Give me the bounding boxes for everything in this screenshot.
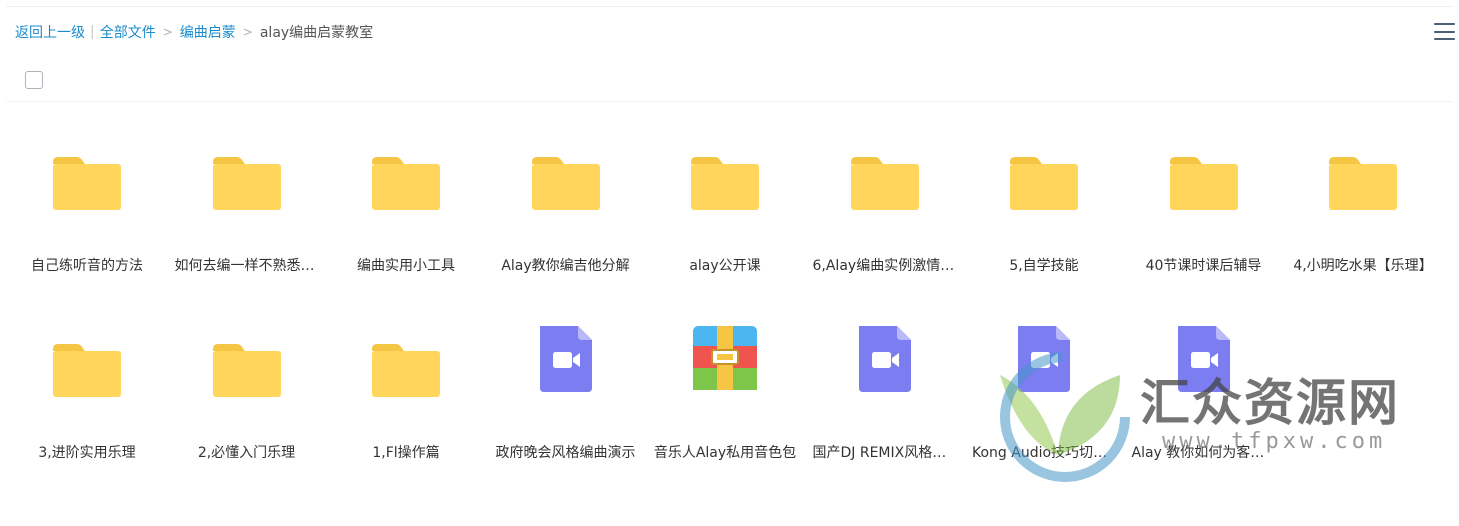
folder-icon bbox=[530, 148, 602, 220]
archive-icon bbox=[689, 322, 761, 394]
select-all-checkbox[interactable] bbox=[25, 71, 43, 89]
item-name: Alay 教你如何为客户编曲 bbox=[1131, 445, 1284, 461]
item-name: 音乐人Alay私用音色包 bbox=[653, 445, 797, 461]
item-name: 如何去编一样不熟悉的乐器 bbox=[174, 258, 327, 274]
folder-item[interactable]: 40节课时课后辅导 bbox=[1124, 103, 1284, 278]
item-name: 2,必懂入门乐理 bbox=[197, 445, 296, 461]
header-divider bbox=[6, 101, 1453, 102]
folder-item[interactable]: 6,Alay编曲实例激情演示 bbox=[805, 103, 965, 278]
item-name: Kong Audio技巧切换演示 bbox=[972, 445, 1124, 461]
item-name: alay公开课 bbox=[689, 258, 761, 274]
file-item[interactable]: 音乐人Alay私用音色包 bbox=[645, 290, 805, 465]
file-item[interactable]: Alay 教你如何为客户编曲 bbox=[1124, 290, 1284, 465]
folder-item[interactable]: 2,必懂入门乐理 bbox=[167, 290, 327, 465]
breadcrumb-separator: > bbox=[162, 25, 173, 39]
video-icon bbox=[849, 322, 921, 394]
breadcrumb-separator: > bbox=[242, 25, 253, 39]
item-name: 编曲实用小工具 bbox=[357, 258, 455, 274]
item-name: 政府晚会风格编曲演示 bbox=[495, 445, 636, 461]
folder-icon bbox=[370, 148, 442, 220]
breadcrumb-current: alay编曲启蒙教室 bbox=[259, 25, 374, 41]
breadcrumb-pipe: | bbox=[90, 24, 95, 40]
item-name: 3,进阶实用乐理 bbox=[38, 445, 136, 461]
folder-item[interactable]: 5,自学技能 bbox=[964, 103, 1124, 278]
breadcrumb: 返回上一级 | 全部文件 > 编曲启蒙 > alay编曲启蒙教室 bbox=[15, 22, 373, 42]
file-item[interactable]: Kong Audio技巧切换演示 bbox=[964, 290, 1124, 465]
folder-item[interactable]: 编曲实用小工具 bbox=[326, 103, 486, 278]
breadcrumb-parent[interactable]: 编曲启蒙 bbox=[180, 22, 236, 42]
item-name: 1,Fl操作篇 bbox=[372, 445, 440, 461]
hamburger-menu-icon[interactable] bbox=[1434, 22, 1455, 41]
video-icon bbox=[1168, 322, 1240, 394]
breadcrumb-all-files[interactable]: 全部文件 bbox=[100, 22, 156, 42]
item-name: 国产DJ REMIX风格编曲 bbox=[812, 445, 961, 461]
folder-icon bbox=[689, 148, 761, 220]
folder-item[interactable]: 1,Fl操作篇 bbox=[326, 290, 486, 465]
file-item[interactable]: 国产DJ REMIX风格编曲 bbox=[805, 290, 965, 465]
item-name: 6,Alay编曲实例激情演示 bbox=[812, 258, 965, 274]
back-link[interactable]: 返回上一级 bbox=[15, 22, 85, 42]
folder-icon bbox=[51, 335, 123, 407]
folder-icon bbox=[849, 148, 921, 220]
folder-item[interactable]: 自己练听音的方法 bbox=[7, 103, 167, 278]
top-border bbox=[6, 6, 1453, 7]
folder-item[interactable]: Alay教你编吉他分解 bbox=[486, 103, 646, 278]
folder-icon bbox=[211, 335, 283, 407]
folder-icon bbox=[370, 335, 442, 407]
folder-item[interactable]: 3,进阶实用乐理 bbox=[7, 290, 167, 465]
item-name: 40节课时课后辅导 bbox=[1145, 258, 1262, 274]
video-icon bbox=[530, 322, 602, 394]
folder-icon bbox=[211, 148, 283, 220]
folder-icon bbox=[1168, 148, 1240, 220]
folder-item[interactable]: 4,小明吃水果【乐理】 bbox=[1283, 103, 1443, 278]
folder-item[interactable]: 如何去编一样不熟悉的乐器 bbox=[167, 103, 327, 278]
video-icon bbox=[1008, 322, 1080, 394]
item-name: 4,小明吃水果【乐理】 bbox=[1293, 258, 1433, 274]
folder-icon bbox=[51, 148, 123, 220]
folder-icon bbox=[1008, 148, 1080, 220]
item-name: Alay教你编吉他分解 bbox=[501, 258, 630, 274]
item-name: 5,自学技能 bbox=[1009, 258, 1079, 274]
file-item[interactable]: 政府晚会风格编曲演示 bbox=[486, 290, 646, 465]
folder-icon bbox=[1327, 148, 1399, 220]
item-name: 自己练听音的方法 bbox=[31, 258, 143, 274]
folder-item[interactable]: alay公开课 bbox=[645, 103, 805, 278]
